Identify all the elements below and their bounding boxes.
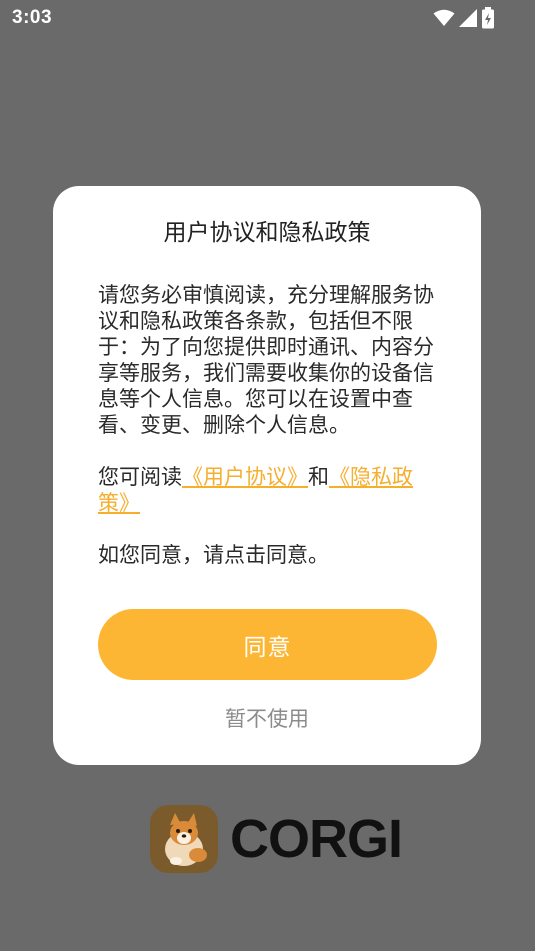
- brand-name: CORGI: [230, 809, 403, 869]
- status-icons: [433, 6, 495, 30]
- status-bar: 3:03: [0, 0, 535, 36]
- links-prefix: 您可阅读: [98, 465, 182, 489]
- status-time: 3:03: [12, 7, 53, 28]
- battery-charging-icon: [481, 7, 495, 29]
- dialog-title: 用户协议和隐私政策: [163, 220, 371, 246]
- consent-prompt-text: 如您同意，请点击同意。: [98, 543, 329, 567]
- agreement-links-text: 您可阅读《用户协议》和《隐私政策》: [98, 464, 438, 516]
- user-agreement-link[interactable]: 《用户协议》: [182, 465, 308, 489]
- links-conjunction: 和: [308, 465, 329, 489]
- corgi-dog-icon: [150, 805, 218, 873]
- privacy-notice-text: 请您务必审慎阅读，充分理解服务协议和隐私政策各条款，包括但不限于：为了向您提供即…: [98, 283, 434, 437]
- decline-button[interactable]: 暂不使用: [53, 702, 481, 736]
- privacy-dialog: 用户协议和隐私政策 请您务必审慎阅读，充分理解服务协议和隐私政策各条款，包括但不…: [53, 186, 481, 765]
- dialog-body: 请您务必审慎阅读，充分理解服务协议和隐私政策各条款，包括但不限于：为了向您提供即…: [98, 282, 438, 568]
- brand-logo-area: CORGI: [150, 805, 403, 873]
- agree-button[interactable]: 同意: [98, 609, 437, 680]
- cellular-signal-icon: [458, 8, 478, 28]
- wifi-icon: [433, 9, 455, 27]
